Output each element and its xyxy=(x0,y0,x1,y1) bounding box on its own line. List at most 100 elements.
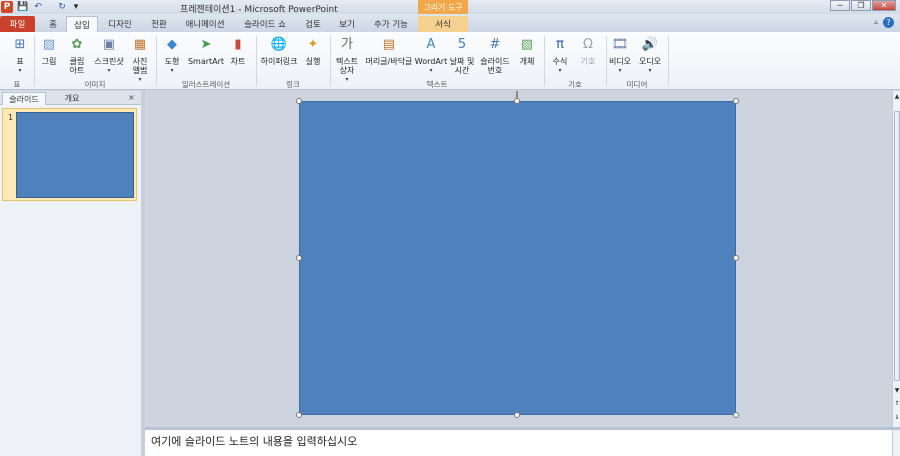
minimize-button[interactable]: ─ xyxy=(830,0,850,11)
ribbon-button-text-box[interactable]: 가 텍스트 상자 ▾ xyxy=(333,34,361,84)
ribbon: ⊞ 표 ▾ ▨ 그림 ✿ 클립 아트 ▣ 스크린샷 ▾ ▦ 사진 앨범 ▾ ◆ 도형 ▾ ➤ SmartArt ▮ 차… xyxy=(0,32,900,90)
date-time-icon: 5 xyxy=(457,36,467,52)
chart-icon: ▮ xyxy=(234,36,242,52)
ribbon-button-label: 도형 xyxy=(164,57,180,66)
resize-handle-top[interactable] xyxy=(514,98,520,104)
ribbon-tab-bar: 파일 홈 삽입 디자인 전환 애니메이션 슬라이드 쇼 검토 보기 추가 기능 … xyxy=(0,14,900,32)
restore-button[interactable]: ❐ xyxy=(851,0,871,11)
ribbon-button-video[interactable]: 🎞 비디오 ▾ xyxy=(608,34,632,75)
action-icon: ✦ xyxy=(307,36,319,52)
powerpoint-app-icon[interactable]: P xyxy=(1,1,13,13)
undo-icon[interactable]: ↶ xyxy=(32,1,44,13)
equation-icon: π xyxy=(556,36,564,52)
tab-insert[interactable]: 삽입 xyxy=(66,16,98,32)
customize-qat-icon[interactable]: ▾ xyxy=(70,1,82,13)
header-footer-icon: ▤ xyxy=(382,36,396,52)
ribbon-button-picture[interactable]: ▨ 그림 xyxy=(38,34,60,67)
ribbon-button-label: 개체 xyxy=(519,57,535,66)
resize-handle-bottom-left[interactable] xyxy=(296,412,302,418)
ribbon-button-symbol[interactable]: Ω 기호 xyxy=(576,34,600,67)
ribbon-button-label: 오디오 xyxy=(638,57,662,66)
ribbon-button-label: 사진 앨범 xyxy=(132,57,148,75)
ribbon-button-table[interactable]: ⊞ 표 ▾ xyxy=(4,34,36,75)
vertical-scrollbar[interactable]: ▲ ▼ ⇑ ⇓ xyxy=(892,91,900,427)
redo-icon[interactable]: ↻ xyxy=(56,1,68,13)
save-icon[interactable]: 💾 xyxy=(17,1,29,13)
group-label-illustrations: 일러스트레이션 xyxy=(181,80,231,89)
ribbon-button-header-footer[interactable]: ▤ 머리글/바닥글 xyxy=(362,34,416,67)
screenshot-icon: ▣ xyxy=(102,36,116,52)
slide-thumbnail[interactable] xyxy=(16,112,134,198)
group-label-images: 이미지 xyxy=(84,80,106,89)
dropdown-arrow-icon: ▾ xyxy=(170,67,174,74)
dropdown-arrow-icon: ▾ xyxy=(429,67,433,74)
ribbon-button-equation[interactable]: π 수식 ▾ xyxy=(548,34,572,75)
tab-view[interactable]: 보기 xyxy=(332,16,362,32)
resize-handle-bottom-right[interactable] xyxy=(733,412,739,418)
ribbon-button-label: 머리글/바닥글 xyxy=(365,57,413,66)
tab-home[interactable]: 홈 xyxy=(40,16,66,32)
group-label-links: 링크 xyxy=(286,80,300,89)
ribbon-button-chart[interactable]: ▮ 차트 xyxy=(227,34,249,67)
ribbon-button-hyperlink[interactable]: 🌐 하이퍼링크 xyxy=(258,34,300,67)
dropdown-arrow-icon: ▾ xyxy=(18,67,22,74)
table-icon: ⊞ xyxy=(14,36,26,52)
group-label-symbols: 기호 xyxy=(568,80,582,89)
dropdown-arrow-icon: ▾ xyxy=(107,67,111,74)
resize-handle-right[interactable] xyxy=(733,255,739,261)
title-bar: P 💾 ↶ ↻ ▾ 프레젠테이션1 - Microsoft PowerPoint… xyxy=(0,0,900,15)
ribbon-button-label: 비디오 xyxy=(608,57,632,66)
next-slide-icon[interactable]: ⇓ xyxy=(893,411,900,423)
shapes-icon: ◆ xyxy=(167,36,177,52)
close-button[interactable]: ✕ xyxy=(872,0,896,11)
resize-handle-top-right[interactable] xyxy=(733,98,739,104)
tab-slide-show[interactable]: 슬라이드 쇼 xyxy=(238,16,292,32)
ribbon-button-shapes[interactable]: ◆ 도형 ▾ xyxy=(160,34,184,75)
help-icon[interactable]: ? xyxy=(883,17,894,28)
ribbon-button-object[interactable]: ▧ 개체 xyxy=(514,34,540,67)
scroll-thumb[interactable] xyxy=(894,111,900,381)
tab-format[interactable]: 서식 xyxy=(418,16,468,32)
minimize-ribbon-icon[interactable]: ▵ xyxy=(874,17,878,26)
ribbon-button-smartart[interactable]: ➤ SmartArt xyxy=(188,34,224,67)
ribbon-button-label: 기호 xyxy=(580,57,596,66)
dropdown-arrow-icon: ▾ xyxy=(648,67,652,74)
picture-icon: ▨ xyxy=(42,36,56,52)
audio-icon: 🔊 xyxy=(641,36,659,52)
ribbon-button-clip-art[interactable]: ✿ 클립 아트 xyxy=(66,34,88,76)
ribbon-button-screenshot[interactable]: ▣ 스크린샷 ▾ xyxy=(92,34,126,75)
close-pane-icon[interactable]: × xyxy=(128,93,135,102)
tab-review[interactable]: 검토 xyxy=(298,16,328,32)
slide-thumbnail-item[interactable]: 1 xyxy=(2,108,137,201)
tab-file[interactable]: 파일 xyxy=(0,16,35,32)
ribbon-button-wordart[interactable]: A WordArt ▾ xyxy=(415,34,447,75)
notes-scrollbar[interactable] xyxy=(892,430,900,456)
slide-canvas[interactable] xyxy=(299,101,736,415)
slides-pane-tabs: 슬라이드 개요 xyxy=(0,91,141,105)
scroll-down-icon[interactable]: ▼ xyxy=(893,385,900,395)
resize-handle-bottom[interactable] xyxy=(514,412,520,418)
tab-add-ins[interactable]: 추가 기능 xyxy=(366,16,416,32)
clip-art-icon: ✿ xyxy=(71,36,83,52)
tab-slides[interactable]: 슬라이드 xyxy=(2,92,46,105)
tab-design[interactable]: 디자인 xyxy=(100,16,140,32)
previous-slide-icon[interactable]: ⇑ xyxy=(893,397,900,409)
slide-number-icon: # xyxy=(489,36,501,52)
notes-pane[interactable]: 여기에 슬라이드 노트의 내용을 입력하십시오 xyxy=(145,430,892,456)
resize-handle-left[interactable] xyxy=(296,255,302,261)
group-label-table: 표 xyxy=(13,80,21,89)
ribbon-button-slide-number[interactable]: # 슬라이드 번호 xyxy=(478,34,512,76)
resize-handle-top-left[interactable] xyxy=(296,98,302,104)
tab-transitions[interactable]: 전환 xyxy=(144,16,174,32)
tab-animations[interactable]: 애니메이션 xyxy=(178,16,232,32)
ribbon-button-audio[interactable]: 🔊 오디오 ▾ xyxy=(636,34,664,75)
ribbon-button-action[interactable]: ✦ 실행 xyxy=(302,34,324,67)
ribbon-button-photo-album[interactable]: ▦ 사진 앨범 ▾ xyxy=(128,34,152,84)
scroll-up-icon[interactable]: ▲ xyxy=(893,91,900,101)
ribbon-button-label: 그림 xyxy=(41,57,57,66)
ribbon-button-date-time[interactable]: 5 날짜 및 시간 xyxy=(448,34,476,76)
dropdown-arrow-icon: ▾ xyxy=(618,67,622,74)
group-label-media: 미디어 xyxy=(626,80,648,89)
ribbon-button-label: 수식 xyxy=(552,57,568,66)
tab-outline[interactable]: 개요 xyxy=(50,92,94,105)
